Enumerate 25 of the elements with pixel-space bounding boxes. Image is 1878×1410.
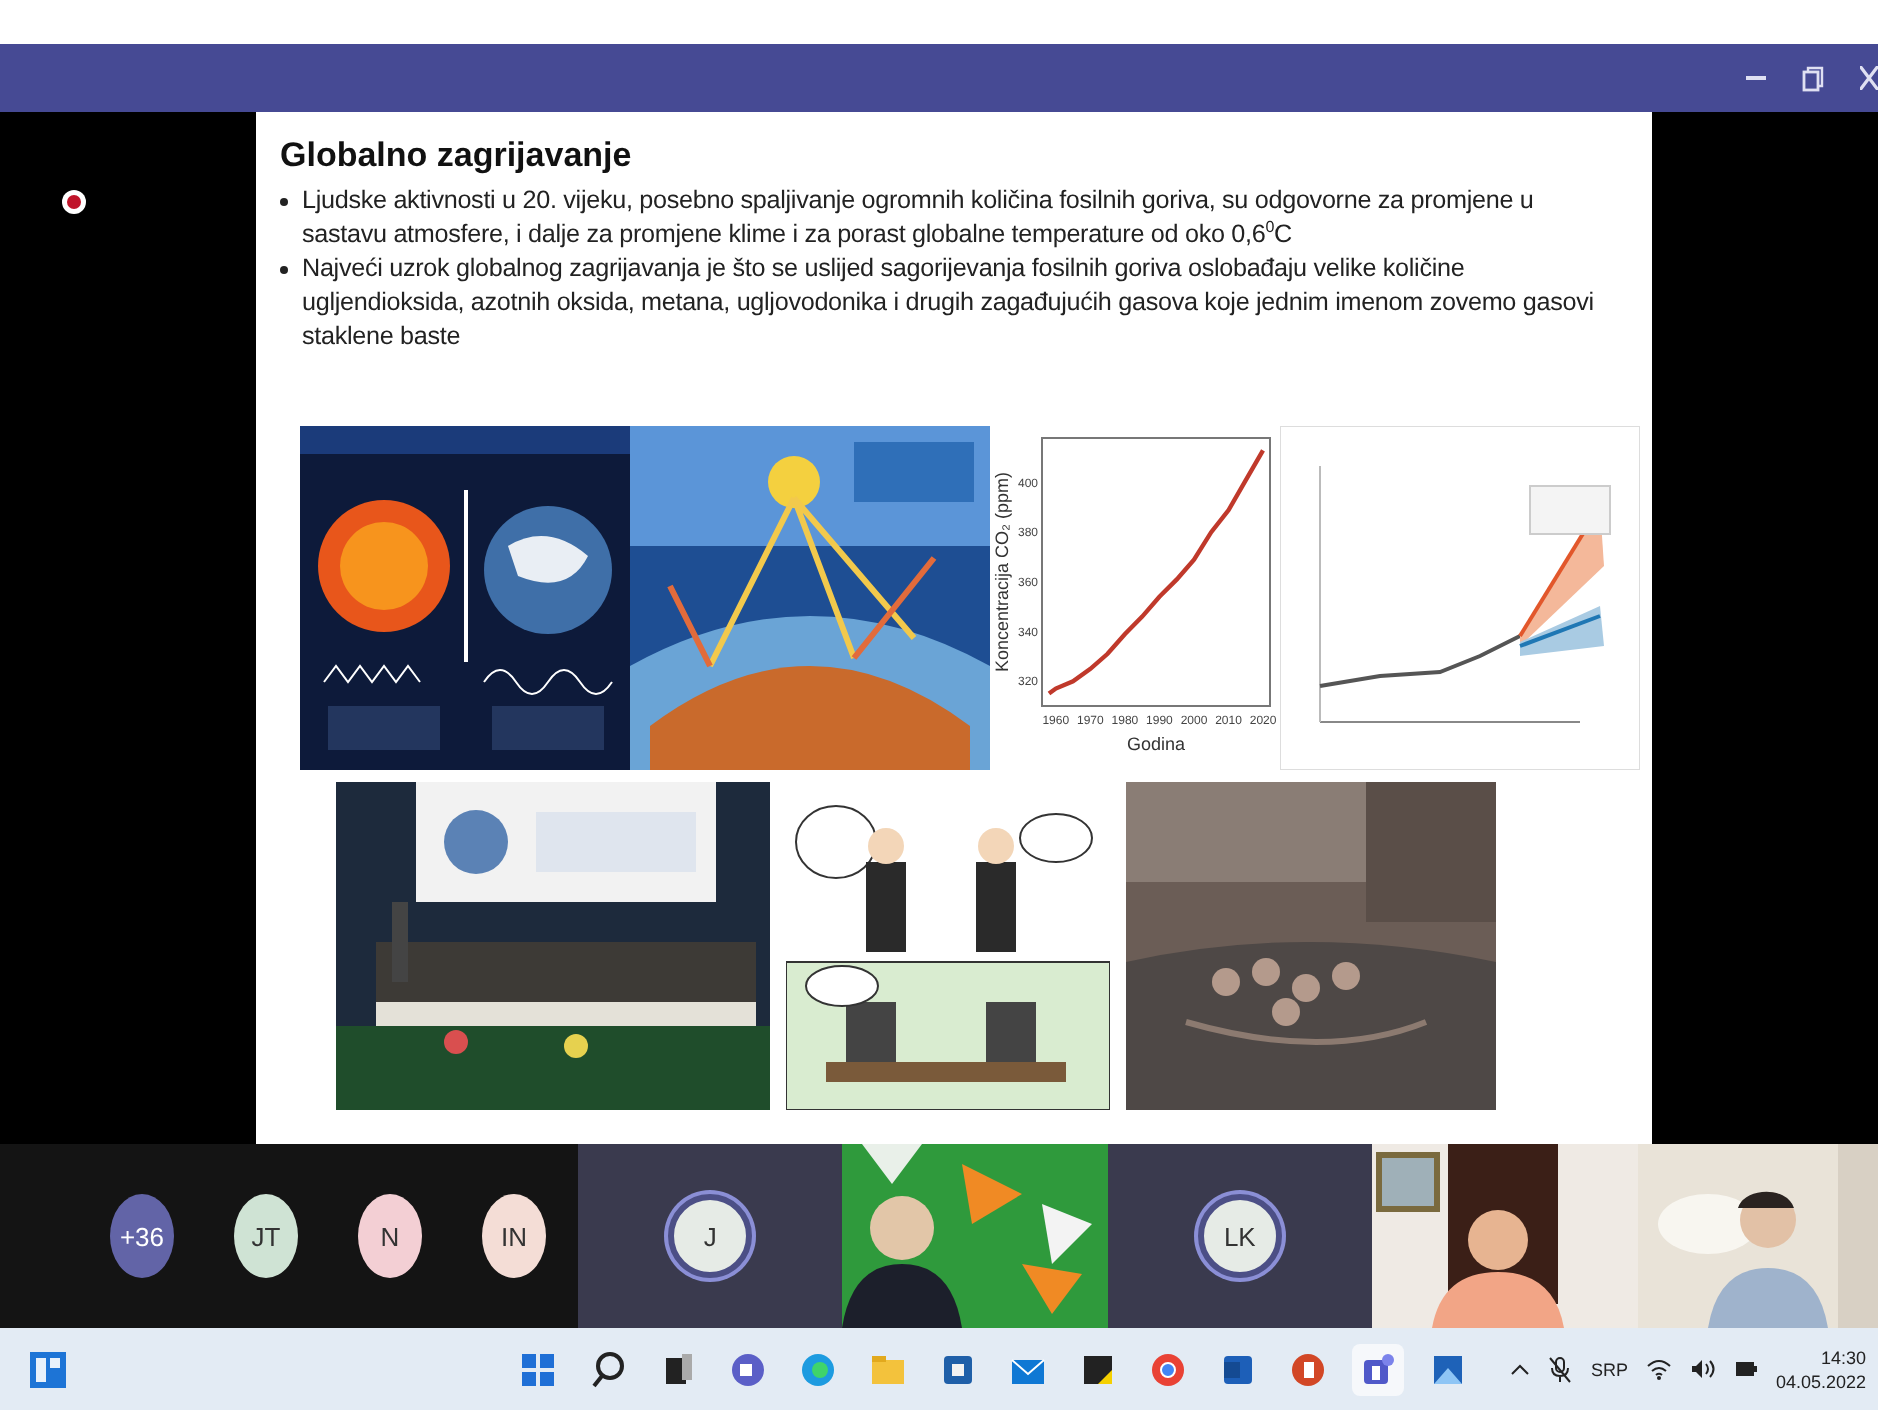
avatar: J (668, 1194, 753, 1278)
clock-time[interactable]: 14:30 (1820, 1345, 1866, 1369)
chevron-up-icon[interactable] (1510, 1363, 1531, 1375)
restore-icon[interactable] (1802, 65, 1824, 91)
widgets-icon[interactable] (28, 1349, 68, 1389)
axis-label: Godina (1126, 734, 1186, 754)
avatar: JT (234, 1194, 298, 1278)
avatar: LK (1197, 1194, 1282, 1278)
avatar: IN (482, 1194, 546, 1278)
avatar: N (358, 1194, 422, 1278)
bullet-icon (280, 198, 288, 206)
battery-icon[interactable] (1733, 1358, 1758, 1380)
slide-title: Globalno zagrijavanje (280, 136, 634, 176)
speaker-icon[interactable] (1689, 1358, 1716, 1380)
bullet-text: Ljudske aktivnosti u 20. vijeku, posebno spaljivanje ogromnih količina fosilnih goriva, su odgovorne za promjene u sastavu atmosfere, i dalje za promjene klime i za porast globalne temperature od oko 0,6$^{0}$C (302, 184, 1536, 252)
wifi-icon[interactable] (1645, 1358, 1672, 1380)
record-icon (60, 188, 88, 216)
language-indicator[interactable]: SRP (1590, 1359, 1628, 1379)
bullet-text: Najveći uzrok globalnog zagrijavanja je što se uslijed sagorijevanja fosilnih goriva oslobađaju velike količine ugljendioksida, azotnih oksida, metana, ugljovodonika i drugih zagađujućih gasova koje jednim imenom zovemo gasovi staklene baste (302, 252, 1596, 354)
bullet-icon (280, 266, 288, 274)
avatar: +36 (110, 1194, 174, 1278)
clock-date[interactable]: 04.05.2022 (1775, 1369, 1866, 1393)
close-icon[interactable] (1860, 66, 1878, 90)
muted-microphone-icon[interactable] (1548, 1355, 1573, 1383)
axis-label: Koncentracija CO₂ (ppm) (992, 471, 1012, 673)
